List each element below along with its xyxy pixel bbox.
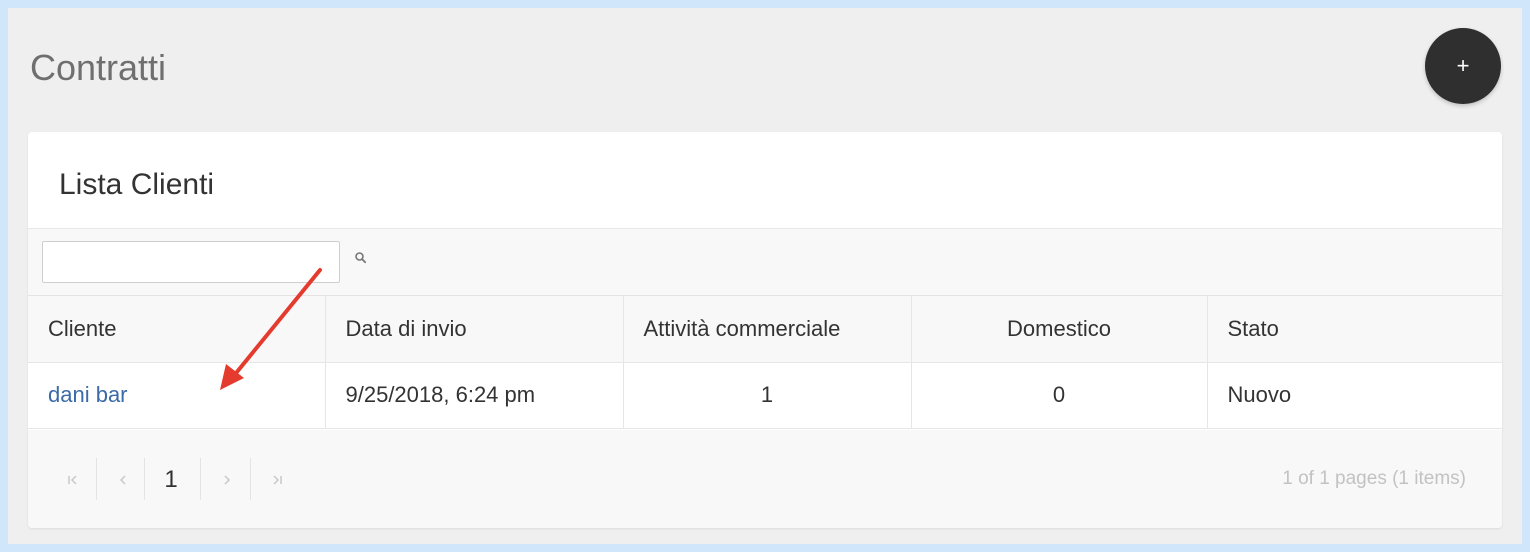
- pager-divider: [144, 458, 145, 500]
- search-icon[interactable]: [354, 251, 368, 265]
- last-page-button[interactable]: [262, 454, 292, 506]
- column-header-attivita-commerciale[interactable]: Attività commerciale: [623, 296, 912, 363]
- client-link[interactable]: dani bar: [48, 382, 128, 407]
- pager-divider: [96, 458, 97, 500]
- chevron-right-icon: [224, 475, 231, 485]
- annotation-arrow-icon: [220, 268, 322, 390]
- chevron-left-icon: [119, 475, 126, 485]
- next-page-button[interactable]: [212, 454, 242, 506]
- add-contract-button[interactable]: +: [1425, 28, 1501, 104]
- app-frame: Contratti + Lista Clienti Cliente Data d…: [8, 8, 1522, 544]
- pager-summary: 1 of 1 pages (1 items): [1282, 468, 1466, 489]
- page-title: Contratti: [30, 47, 167, 88]
- current-page-button[interactable]: 1: [156, 456, 186, 504]
- card-title: Lista Clienti: [59, 168, 215, 201]
- cell-domestico: 0: [911, 362, 1208, 429]
- first-page-button[interactable]: [58, 454, 88, 506]
- pagination: 1 1 of 1 pages (1 items): [28, 430, 1502, 528]
- column-header-domestico[interactable]: Domestico: [911, 296, 1208, 363]
- column-header-stato[interactable]: Stato: [1207, 296, 1502, 363]
- previous-page-button[interactable]: [108, 454, 138, 506]
- cell-stato: Nuovo: [1207, 362, 1502, 429]
- last-page-icon: [273, 475, 282, 485]
- first-page-icon: [68, 475, 77, 485]
- cell-data-invio: 9/25/2018, 6:24 pm: [325, 362, 624, 429]
- column-header-data-invio[interactable]: Data di invio: [325, 296, 624, 363]
- pager-divider: [200, 458, 201, 500]
- cell-attivita-commerciale: 1: [623, 362, 912, 429]
- pager-divider: [250, 458, 251, 500]
